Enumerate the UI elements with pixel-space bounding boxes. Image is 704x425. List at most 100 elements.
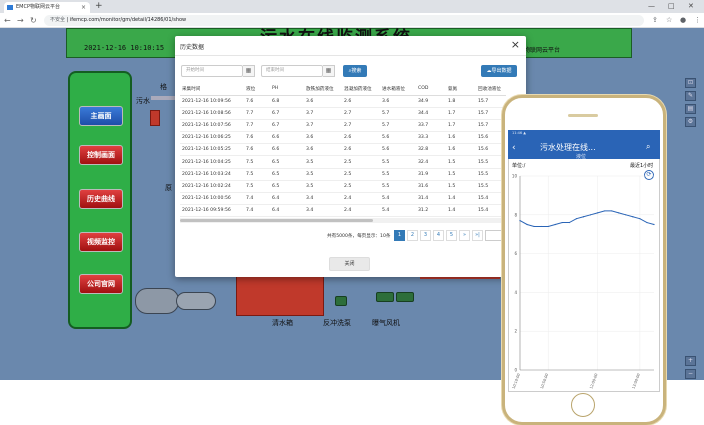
table-cell: 2.4 xyxy=(342,192,380,206)
table-cell: 2.6 xyxy=(342,131,380,145)
zoom-out-button[interactable]: − xyxy=(685,369,696,379)
table-cell: 7.6 xyxy=(244,143,270,157)
table-cell: 5.4 xyxy=(380,192,416,206)
start-calendar-icon[interactable]: ▦ xyxy=(243,65,255,77)
back-icon[interactable]: ← xyxy=(4,14,11,27)
new-tab-button[interactable]: + xyxy=(95,0,103,13)
browser-menu-icon[interactable]: ⋮ xyxy=(694,15,701,26)
page-1[interactable]: 1 xyxy=(394,230,405,241)
table-row[interactable]: 2021-12-16 10:02:24 7.5 6.5 3.5 2.5 5.5 31.6 1.… xyxy=(180,180,506,194)
table-cell: 6.4 xyxy=(270,192,304,206)
maximize-icon[interactable]: □ xyxy=(668,0,675,12)
bookmark-star-icon[interactable]: ☆ xyxy=(666,15,672,26)
table-row[interactable]: 2021-12-16 10:09:56 7.6 6.8 3.6 2.6 3.6 34.9 1.… xyxy=(180,95,506,108)
menu-website-button[interactable]: 公司官网 xyxy=(79,274,123,294)
page-5[interactable]: 5 xyxy=(446,230,457,241)
backwash-pump-label: 反冲洗泵 xyxy=(323,319,351,327)
zoom-in-button[interactable]: + xyxy=(685,356,696,366)
export-data-button[interactable]: ☁导出数据 xyxy=(481,65,517,77)
phone-title: 污水处理在线... xyxy=(540,143,596,152)
table-cell: 33.3 xyxy=(416,131,446,145)
search-button[interactable]: ⌕搜索 xyxy=(343,65,367,77)
data-point xyxy=(568,221,570,224)
table-row[interactable]: 2021-12-16 10:05:25 7.6 6.6 3.6 2.6 5.6 32.8 1.… xyxy=(180,143,506,157)
table-row[interactable]: 2021-12-16 09:59:56 7.4 6.4 3.4 2.4 5.4 31.2 1.… xyxy=(180,204,506,218)
modal-close-button[interactable]: 关闭 xyxy=(329,257,370,271)
page-3[interactable]: 3 xyxy=(420,230,431,241)
browser-tab[interactable]: EMCP物联网云平台 × xyxy=(4,2,90,13)
table-cell: 7.6 xyxy=(244,131,270,145)
table-cell: 1.4 xyxy=(446,204,476,218)
start-time-input[interactable]: 开始时间 xyxy=(181,65,243,77)
table-cell: 6.5 xyxy=(270,180,304,194)
table-cell: 1.8 xyxy=(446,95,476,108)
export-button-label: 导出数据 xyxy=(491,68,512,74)
url-input[interactable]: 不安全 | ifemcp.com/monitor/gm/detail/14286… xyxy=(44,15,644,26)
table-cell: 7.6 xyxy=(244,95,270,108)
side-tool-3[interactable]: ▤ xyxy=(685,104,696,114)
phone-home-button[interactable] xyxy=(571,393,595,417)
aeration-fan-icon-1[interactable] xyxy=(376,292,394,302)
table-cell: 5.5 xyxy=(380,180,416,194)
insecure-warning: 不安全 xyxy=(50,17,66,23)
backwash-pump-icon[interactable] xyxy=(335,296,347,306)
menu-main-button[interactable]: 主画面 xyxy=(79,106,123,126)
profile-icon[interactable]: ● xyxy=(680,15,686,26)
data-point xyxy=(540,225,542,228)
series-line xyxy=(519,210,655,227)
col-level: 液位 xyxy=(244,83,270,96)
phone-unit-label: 单位:/ xyxy=(512,163,526,169)
favicon-icon xyxy=(7,5,13,10)
phone-search-icon[interactable]: ⌕ xyxy=(646,142,650,152)
close-window-icon[interactable]: ✕ xyxy=(688,0,694,12)
table-cell: 1.7 xyxy=(446,119,476,133)
table-row[interactable]: 2021-12-16 10:08:56 7.7 6.7 3.7 2.7 5.7 34.4 1.… xyxy=(180,107,506,120)
table-cell: 2.5 xyxy=(342,168,380,181)
table-row[interactable]: 2021-12-16 10:06:25 7.6 6.6 3.6 2.6 5.6 33.3 1.… xyxy=(180,131,506,145)
data-point xyxy=(596,212,599,214)
table-cell: 1.5 xyxy=(446,180,476,194)
page-2[interactable]: 2 xyxy=(407,230,418,241)
table-row[interactable]: 2021-12-16 10:03:24 7.5 6.5 3.5 2.5 5.5 31.9 1.… xyxy=(180,168,506,181)
menu-control-button[interactable]: 控制画面 xyxy=(79,145,123,165)
table-cell: 3.6 xyxy=(304,131,342,145)
table-cell: 1.6 xyxy=(446,131,476,145)
table-row[interactable]: 2021-12-16 10:00:56 7.4 6.4 3.4 2.4 5.4 31.4 1.… xyxy=(180,192,506,206)
table-cell: 7.5 xyxy=(244,168,270,181)
table-row[interactable]: 2021-12-16 10:07:56 7.7 6.7 3.7 2.7 5.7 33.7 1.… xyxy=(180,119,506,133)
data-point xyxy=(618,212,620,214)
page-4[interactable]: 4 xyxy=(433,230,444,241)
modal-close-icon[interactable]: × xyxy=(511,38,520,51)
phone-speaker xyxy=(568,114,598,117)
menu-video-button[interactable]: 视频监控 xyxy=(79,232,123,252)
side-tool-1[interactable]: ⊡ xyxy=(685,78,696,88)
page-next[interactable]: » xyxy=(459,230,470,241)
data-point xyxy=(646,221,648,224)
col-recycle-tank: 回收池液位 xyxy=(476,83,506,96)
menu-history-button[interactable]: 历史曲线 xyxy=(79,189,123,209)
pagination-info: 共有5000条，每页显示：10条 xyxy=(327,234,391,239)
side-tool-2[interactable]: ✎ xyxy=(685,91,696,101)
reload-icon[interactable]: ↻ xyxy=(30,14,37,27)
table-cell: 2021-12-16 10:09:56 xyxy=(180,95,244,108)
page-last[interactable]: »| xyxy=(472,230,483,241)
history-data-modal: 历史数据 × 开始时间 ▦ 结束时间 ▦ ⌕搜索 ☁导出数据 采集时间 液位 P… xyxy=(175,36,526,277)
side-tool-4[interactable]: ⚙ xyxy=(685,117,696,127)
aeration-fan-icon-2[interactable] xyxy=(396,292,414,302)
table-cell: 3.7 xyxy=(304,107,342,120)
y-tick-label: 8 xyxy=(514,212,517,217)
table-cell: 1.5 xyxy=(446,168,476,181)
end-calendar-icon[interactable]: ▦ xyxy=(323,65,335,77)
table-cell: 6.7 xyxy=(270,107,304,120)
close-tab-icon[interactable]: × xyxy=(81,2,86,13)
platform-label: 物联网云平台 xyxy=(524,47,561,54)
aeration-fan-label: 曝气风机 xyxy=(372,319,400,327)
forward-icon[interactable]: → xyxy=(17,14,24,27)
phone-range-label: 最近1小时 xyxy=(630,163,654,169)
minimize-icon[interactable]: — xyxy=(648,0,655,12)
phone-back-icon[interactable]: ‹ xyxy=(512,143,516,153)
table-row[interactable]: 2021-12-16 10:04:25 7.5 6.5 3.5 2.5 5.5 32.4 1.… xyxy=(180,155,506,169)
end-time-input[interactable]: 结束时间 xyxy=(261,65,323,77)
scrollbar-thumb[interactable] xyxy=(180,219,373,222)
share-icon[interactable]: ⇪ xyxy=(652,15,658,26)
